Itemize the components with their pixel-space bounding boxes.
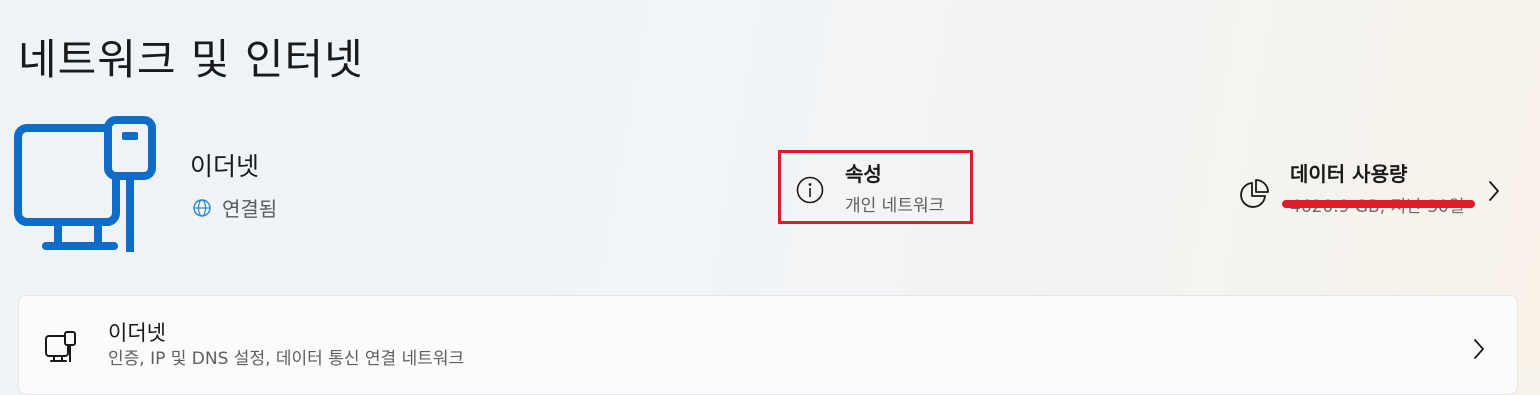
connection-status: 연결됨 <box>192 193 277 222</box>
card-title: 이더넷 <box>108 321 166 345</box>
status-label: 연결됨 <box>222 197 278 221</box>
properties-title: 속성 <box>845 162 882 186</box>
info-icon <box>796 176 824 204</box>
ethernet-settings-card[interactable] <box>18 295 1518 395</box>
adapter-name: 이더넷 <box>190 152 260 181</box>
data-usage-title[interactable]: 데이터 사용량 <box>1290 160 1407 188</box>
card-subtitle: 인증, IP 및 DNS 설정, 데이터 통신 연결 네트워크 <box>108 349 465 369</box>
properties-subtitle: 개인 네트워크 <box>845 196 945 216</box>
chevron-right-icon[interactable] <box>1485 178 1503 204</box>
globe-icon <box>193 198 211 217</box>
ethernet-monitor-icon <box>14 116 156 252</box>
page-title: 네트워크 및 인터넷 <box>18 35 364 84</box>
redaction-bar <box>1282 200 1475 208</box>
chevron-right-icon[interactable] <box>1470 336 1488 362</box>
pie-chart-icon <box>1240 179 1269 208</box>
ethernet-icon <box>45 331 76 362</box>
